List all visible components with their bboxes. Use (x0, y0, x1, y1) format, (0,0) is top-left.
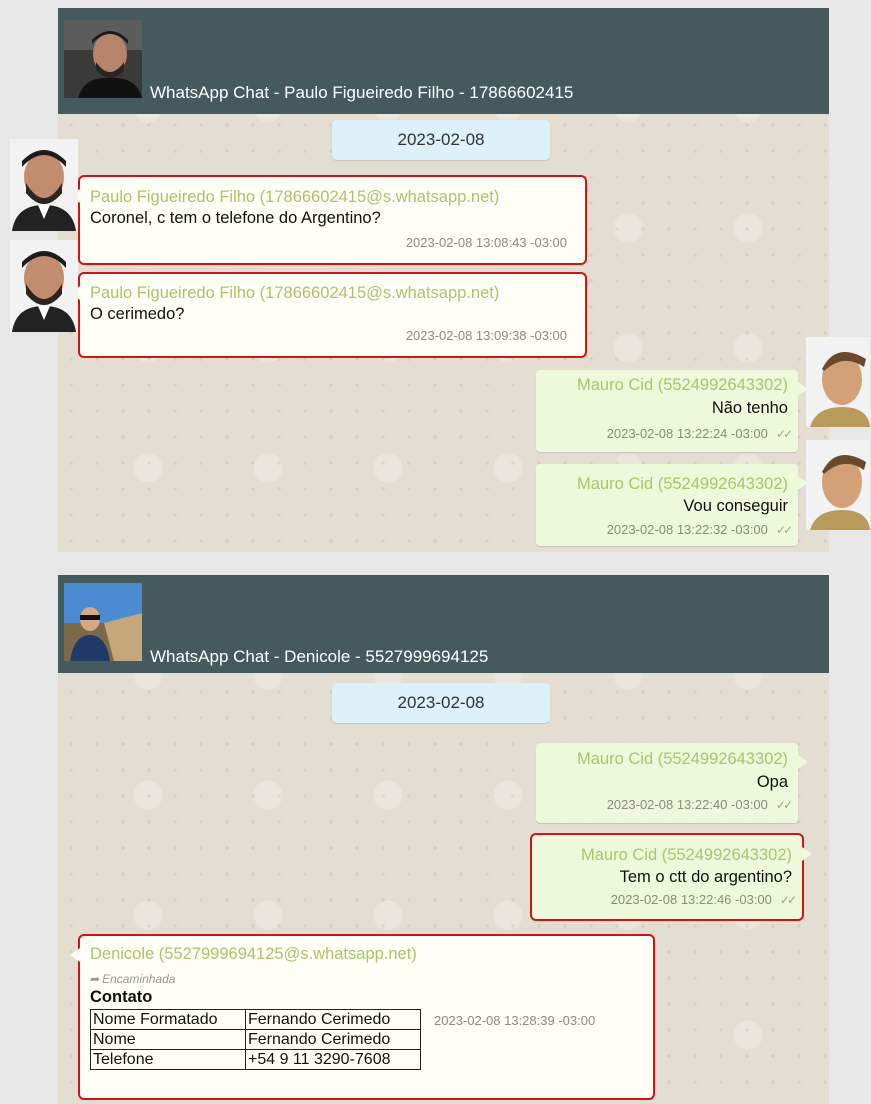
contact-avatar[interactable] (64, 20, 142, 98)
date-separator: 2023-02-08 (332, 120, 550, 160)
date-separator: 2023-02-08 (332, 683, 550, 723)
contact-avatar[interactable] (64, 583, 142, 661)
sender-name: Paulo Figueiredo Filho (17866602415@s.wh… (90, 188, 500, 206)
message-timestamp: 2023-02-08 13:08:43 -03:00 (405, 235, 567, 250)
contact-card-message[interactable]: Denicole (5527999694125@s.whatsapp.net) … (70, 934, 655, 1100)
message-text: Não tenho (711, 399, 788, 417)
message-bubble-outgoing[interactable]: Mauro Cid (5524992643302) Tem o ctt do a… (530, 833, 812, 921)
sender-avatar (806, 337, 870, 427)
sender-avatar (10, 139, 78, 231)
contact-field-value[interactable]: Fernando Cerimedo (245, 1029, 421, 1050)
sender-name: Denicole (5527999694125@s.whatsapp.net) (90, 945, 417, 963)
contact-card-title: Contato (90, 988, 153, 1006)
timestamp-text: 2023-02-08 13:22:46 -03:00 (610, 892, 772, 907)
sender-avatar (806, 440, 870, 530)
message-timestamp: 2023-02-08 13:22:24 -03:00 ✓✓ (606, 426, 793, 441)
forward-arrow-icon: ➦ (90, 972, 101, 986)
sender-name: Mauro Cid (5524992643302) (581, 846, 792, 864)
double-check-icon: ✓✓ (779, 893, 797, 907)
chat-title: WhatsApp Chat - Paulo Figueiredo Filho -… (150, 83, 574, 102)
contact-field-value[interactable]: +54 9 11 3290-7608 (245, 1049, 421, 1070)
forwarded-label: ➦ Encaminhada (90, 972, 175, 986)
contact-field-label: Nome (90, 1029, 246, 1050)
double-check-icon: ✓✓ (775, 523, 793, 537)
message-timestamp: 2023-02-08 13:09:38 -03:00 (405, 328, 567, 343)
chat-header: WhatsApp Chat - Paulo Figueiredo Filho -… (58, 8, 829, 114)
double-check-icon: ✓✓ (775, 427, 793, 441)
sender-name: Mauro Cid (5524992643302) (577, 376, 788, 394)
contact-field-label: Nome Formatado (90, 1009, 246, 1030)
message-timestamp: 2023-02-08 13:22:32 -03:00 ✓✓ (606, 522, 793, 537)
double-check-icon: ✓✓ (775, 798, 793, 812)
sender-avatar (10, 240, 78, 332)
contact-field-label: Telefone (90, 1049, 246, 1070)
message-bubble-incoming[interactable]: Paulo Figueiredo Filho (17866602415@s.wh… (70, 272, 587, 358)
message-timestamp: 2023-02-08 13:22:46 -03:00 ✓✓ (610, 892, 797, 907)
contact-field-value[interactable]: Fernando Cerimedo (245, 1009, 421, 1030)
message-text: O cerimedo? (90, 305, 185, 323)
chat-title: WhatsApp Chat - Denicole - 5527999694125 (150, 647, 489, 666)
message-bubble-outgoing[interactable]: Mauro Cid (5524992643302) Opa 2023-02-08… (536, 743, 808, 823)
timestamp-text: 2023-02-08 13:22:24 -03:00 (606, 426, 768, 441)
chat-header: WhatsApp Chat - Denicole - 5527999694125 (58, 575, 829, 673)
timestamp-text: 2023-02-08 13:22:40 -03:00 (606, 797, 768, 812)
message-text: Tem o ctt do argentino? (619, 868, 792, 886)
table-row: Telefone +54 9 11 3290-7608 (90, 1049, 421, 1070)
chat-window-paulo: WhatsApp Chat - Paulo Figueiredo Filho -… (58, 8, 829, 552)
table-row: Nome Fernando Cerimedo (90, 1029, 421, 1050)
sender-name: Mauro Cid (5524992643302) (577, 750, 788, 768)
message-timestamp: 2023-02-08 13:28:39 -03:00 (434, 1013, 596, 1028)
table-row: Nome Formatado Fernando Cerimedo (90, 1009, 421, 1030)
message-bubble-incoming[interactable]: Paulo Figueiredo Filho (17866602415@s.wh… (70, 175, 587, 265)
message-text: Coronel, c tem o telefone do Argentino? (90, 209, 381, 227)
sender-name: Mauro Cid (5524992643302) (577, 475, 788, 493)
timestamp-text: 2023-02-08 13:22:32 -03:00 (606, 522, 768, 537)
message-bubble-outgoing[interactable]: Mauro Cid (5524992643302) Não tenho 2023… (536, 370, 808, 452)
message-bubble-outgoing[interactable]: Mauro Cid (5524992643302) Vou conseguir … (536, 464, 808, 546)
message-timestamp: 2023-02-08 13:22:40 -03:00 ✓✓ (606, 797, 793, 812)
chat-window-denicole: WhatsApp Chat - Denicole - 5527999694125… (58, 575, 829, 1104)
sender-name: Paulo Figueiredo Filho (17866602415@s.wh… (90, 284, 500, 302)
contact-details-table: Nome Formatado Fernando Cerimedo Nome Fe… (90, 1009, 421, 1070)
message-text: Vou conseguir (683, 497, 788, 515)
message-text: Opa (756, 773, 788, 791)
forwarded-text: Encaminhada (102, 972, 176, 986)
